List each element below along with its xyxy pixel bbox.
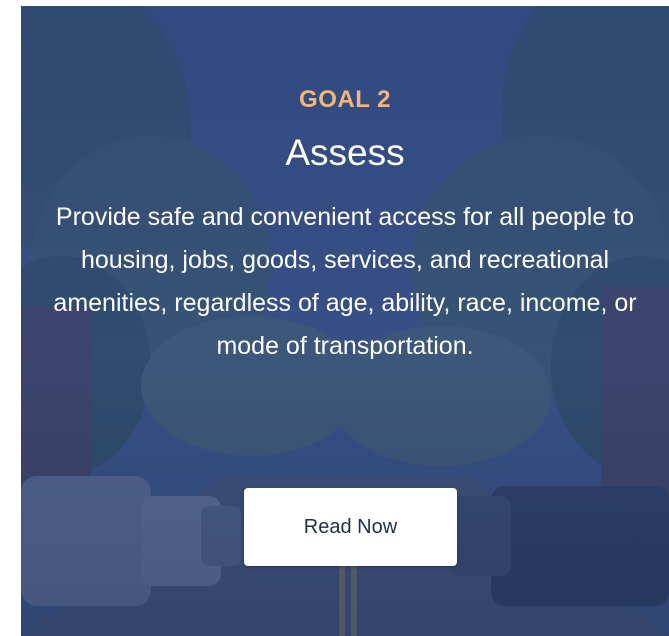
goal-card: GOAL 2 Assess Provide safe and convenien… xyxy=(21,6,669,636)
card-title: Assess xyxy=(285,132,405,173)
read-now-button[interactable]: Read Now xyxy=(244,488,457,566)
goal-label: GOAL 2 xyxy=(299,86,391,113)
card-description: Provide safe and convenient access for a… xyxy=(53,203,637,360)
